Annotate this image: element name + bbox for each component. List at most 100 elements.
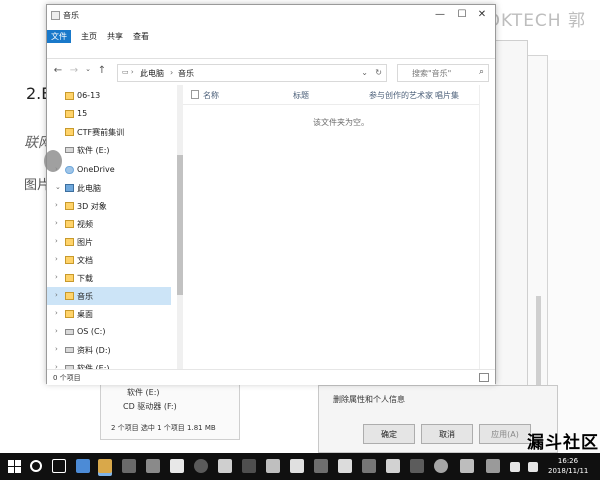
tab-share[interactable]: 共享: [103, 30, 127, 43]
minimize-button[interactable]: —: [431, 8, 449, 22]
cancel-button[interactable]: 取消: [421, 424, 473, 444]
file-explorer-window: 音乐 — ☐ ✕ 文件 主页 共享 查看 ← → ⌄ ↑ ▭ › 此电脑 › 音…: [46, 4, 496, 385]
recent-chevron-icon[interactable]: ⌄: [81, 65, 95, 73]
nav-item-label: 06-13: [77, 91, 101, 100]
expand-chevron-icon[interactable]: ⌄: [55, 183, 61, 191]
tab-view[interactable]: 查看: [129, 30, 153, 43]
app-icon[interactable]: [146, 459, 160, 473]
app-icon[interactable]: [460, 459, 474, 473]
expand-chevron-icon[interactable]: ›: [55, 219, 58, 227]
nav-item[interactable]: › 下载: [47, 269, 171, 287]
nav-item[interactable]: 06-13: [47, 87, 171, 105]
expand-chevron-icon[interactable]: ›: [55, 345, 58, 353]
nav-item-label: 桌面: [77, 310, 93, 319]
content-scrollbar[interactable]: [479, 85, 493, 369]
nav-item-label: OneDrive: [77, 165, 115, 174]
store-icon[interactable]: [122, 459, 136, 473]
maximize-button[interactable]: ☐: [453, 8, 471, 22]
nav-item[interactable]: › 图片: [47, 233, 171, 251]
app-icon[interactable]: [218, 459, 232, 473]
expand-chevron-icon[interactable]: ›: [55, 273, 58, 281]
app-icon[interactable]: [410, 459, 424, 473]
nav-item[interactable]: › 音乐: [47, 287, 171, 305]
column-title[interactable]: 标题: [293, 90, 309, 101]
apply-button[interactable]: 应用(A): [479, 424, 531, 444]
breadcrumb-pc[interactable]: 此电脑: [140, 68, 164, 79]
nav-item[interactable]: 15: [47, 105, 171, 123]
quick-access-toolbar: [47, 45, 495, 59]
forward-arrow-icon[interactable]: →: [67, 65, 81, 76]
app-icon[interactable]: [338, 459, 352, 473]
refresh-icon[interactable]: ↻: [375, 68, 382, 77]
nav-item[interactable]: › 桌面: [47, 305, 171, 323]
expand-chevron-icon[interactable]: ›: [55, 327, 58, 335]
folder-icon: [65, 220, 74, 228]
nav-item-label: 3D 对象: [77, 202, 107, 211]
expand-chevron-icon[interactable]: ›: [55, 255, 58, 263]
nav-item-label: 下载: [77, 274, 93, 283]
select-all-checkbox[interactable]: [191, 90, 199, 99]
column-album[interactable]: 唱片集: [435, 90, 459, 101]
app-icon[interactable]: [386, 459, 400, 473]
app-icon[interactable]: [194, 459, 208, 473]
nav-item[interactable]: ›OneDrive: [47, 161, 171, 179]
folder-icon: [65, 310, 74, 318]
drive-icon: [65, 347, 74, 353]
nav-item-label: 音乐: [77, 292, 93, 301]
app-icon[interactable]: [434, 459, 448, 473]
edge-icon[interactable]: [76, 459, 90, 473]
nav-item[interactable]: CTF赛前集训: [47, 123, 171, 141]
clock[interactable]: 16:26 2018/11/11: [548, 456, 588, 476]
tab-file[interactable]: 文件: [47, 30, 71, 43]
remove-properties-link[interactable]: 删除属性和个人信息: [333, 394, 405, 405]
drive-label[interactable]: CD 驱动器 (F:): [123, 401, 177, 412]
navigation-pane: 06-1315CTF赛前集训软件 (E:)›OneDrive⌄此电脑›3D 对象…: [47, 85, 177, 369]
folder-icon: [65, 202, 74, 210]
nav-item[interactable]: › 3D 对象: [47, 197, 171, 215]
search-icon[interactable]: ⌕: [479, 67, 484, 77]
app-icon[interactable]: [242, 459, 256, 473]
close-button[interactable]: ✕: [473, 8, 491, 22]
details-view-icon[interactable]: [479, 373, 489, 382]
dropdown-chevron-icon[interactable]: ⌄: [361, 68, 368, 77]
tab-home[interactable]: 主页: [77, 30, 101, 43]
taskbar: 16:26 2018/11/11: [0, 453, 600, 480]
app-icon[interactable]: [362, 459, 376, 473]
windows-start-icon[interactable]: [8, 460, 21, 473]
up-arrow-icon[interactable]: ↑: [95, 65, 109, 76]
back-arrow-icon[interactable]: ←: [51, 65, 65, 76]
column-artist[interactable]: 参与创作的艺术家: [369, 90, 433, 101]
nav-item[interactable]: › 视频: [47, 215, 171, 233]
nav-item[interactable]: 软件 (E:): [47, 141, 171, 159]
empty-folder-message: 该文件夹为空。: [313, 118, 369, 127]
expand-chevron-icon[interactable]: ›: [55, 291, 58, 299]
address-bar[interactable]: ▭ › 此电脑 › 音乐 ⌄ ↻: [117, 64, 387, 82]
folder-icon: [65, 110, 74, 118]
ok-button[interactable]: 确定: [363, 424, 415, 444]
search-input[interactable]: 搜索"音乐" ⌕: [397, 64, 489, 82]
nav-item-label: OS (C:): [77, 327, 106, 336]
task-view-icon[interactable]: [52, 459, 66, 473]
title-bar[interactable]: 音乐 — ☐ ✕: [47, 5, 495, 27]
expand-chevron-icon[interactable]: ›: [55, 237, 58, 245]
tray-icon[interactable]: [510, 462, 520, 472]
drive-label[interactable]: 软件 (E:): [127, 387, 160, 398]
cortana-icon[interactable]: [30, 460, 42, 472]
file-explorer-icon[interactable]: [98, 459, 112, 473]
nav-item[interactable]: › 文档: [47, 251, 171, 269]
app-icon[interactable]: [266, 459, 280, 473]
app-icon[interactable]: [314, 459, 328, 473]
nav-item[interactable]: › 软件 (E:): [47, 359, 171, 369]
tray-icon[interactable]: [528, 462, 538, 472]
nav-item[interactable]: ⌄ 此电脑: [47, 179, 171, 197]
nav-item[interactable]: › 资料 (D:): [47, 341, 171, 359]
pc-icon: ▭ ›: [122, 68, 134, 76]
breadcrumb-music[interactable]: 音乐: [178, 68, 194, 79]
expand-chevron-icon[interactable]: ›: [55, 309, 58, 317]
nav-item[interactable]: › OS (C:): [47, 323, 171, 341]
app-icon[interactable]: [486, 459, 500, 473]
column-name[interactable]: 名称: [203, 90, 219, 101]
expand-chevron-icon[interactable]: ›: [55, 201, 58, 209]
app-icon[interactable]: [290, 459, 304, 473]
app-icon[interactable]: [170, 459, 184, 473]
